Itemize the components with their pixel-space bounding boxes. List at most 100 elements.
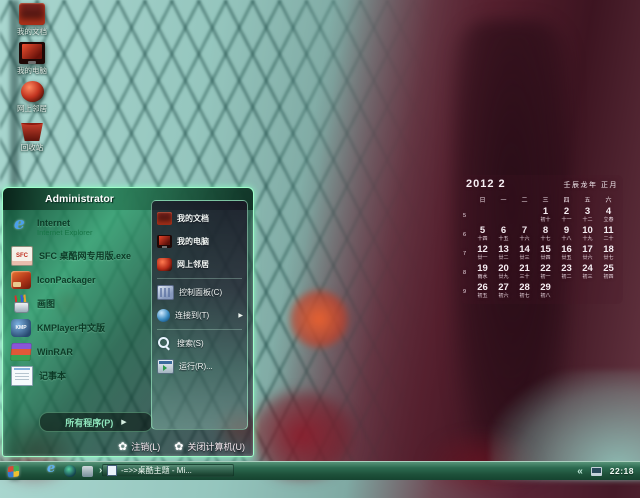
start-menu-item-sublabel: Internet Explorer [37,227,93,237]
start-menu-pinned-list: InternetInternet Explorer SFC 桌酷网专用版.exe I… [8,212,148,408]
calendar-day-number: 11 [603,225,614,236]
connect-icon [157,309,170,322]
calendar-day-cell: 28 初七 [514,282,535,301]
calendar-lunar-label: 初十 [540,217,551,223]
all-programs-button[interactable]: 所有程序(P) ▶ [39,412,153,432]
calendar-lunar-label: 初七 [519,293,530,299]
calendar-lunar-label: 初一 [540,274,551,280]
calendar-lunar-label: 十八 [561,236,572,242]
desktop-icons: 我的文档我的电脑网上邻居回收站 [2,3,62,152]
calendar-lunar-label: 廿一 [477,255,488,261]
logoff-label: 注销(L) [131,442,161,452]
calendar-day-number: 29 [540,282,551,293]
calendar-day-number: 16 [561,244,572,255]
calendar-lunar-label: 十五 [498,236,509,242]
calendar-weekday: 六 [605,198,612,204]
run-icon [157,359,174,374]
start-menu-item[interactable]: 控制面板(C) [156,281,243,304]
calendar-day-cell: 12 廿一 [472,244,493,263]
calendar-lunar-label: 廿三 [519,255,530,261]
calendar-day-number: 17 [582,244,593,255]
start-menu-item[interactable]: 网上邻居 [156,253,243,276]
calendar-lunar-label: 廿二 [498,255,509,261]
calendar-lunar-label: 立春 [603,217,614,223]
calendar-day-number: 20 [498,263,509,274]
desk-documents-icon [19,3,45,25]
calendar-lunar-label: 二十 [603,236,614,242]
start-menu-item[interactable]: KMPlayer中文版 [8,317,148,338]
calendar-lunar-label: 初三 [582,274,593,280]
calendar-lunar-label: 初五 [477,293,488,299]
search-icon [157,337,172,350]
calendar-day-cell: 21 三十 [514,263,535,282]
ie-icon [11,214,31,236]
calendar-day-number: 1 [542,206,549,217]
desktop-icon[interactable]: 网上邻居 [2,81,62,113]
calendar-body: 5 1 初十 2 十一 3 十二 4 立春 6 5 十四 6 十五 7 十六 8 十七 9 十八 10 十九 11 二十 7 12… [463,206,621,301]
start-menu-item-label: SFC 桌酷网专用版.exe [39,250,132,261]
start-menu-item-label: 我的电脑 [177,237,209,246]
calendar-day-cell: 5 十四 [472,225,493,244]
mycomputer-icon [157,235,172,248]
mynetwork-icon [157,258,172,271]
start-menu-item[interactable]: 画图 [8,293,148,314]
quick-launch-bar: › [46,461,102,477]
start-button[interactable] [8,464,38,478]
windows-flag-icon [8,464,19,478]
sfc-icon [11,245,33,266]
calendar-day-number: 25 [603,263,614,274]
logoff-dove-icon [118,440,127,453]
calendar-day-number: 22 [540,263,551,274]
tray-expand-chevron-icon[interactable]: « [577,466,583,477]
calendar-day-cell: 9 十八 [556,225,577,244]
winrar-icon [10,342,32,361]
calendar-day-cell: 8 十七 [535,225,556,244]
quicklaunch-show-desktop-icon[interactable] [82,465,93,477]
taskbar-clock[interactable]: 22:18 [610,466,634,476]
desktop-icon-label: 我的电脑 [17,66,47,75]
desktop-icon[interactable]: 我的电脑 [2,42,62,75]
calendar-week-row: 7 12 廿一 13 廿二 14 廿三 15 廿四 16 廿五 17 廿六 18 廿七 [463,244,621,263]
calendar-day-cell: 10 十九 [577,225,598,244]
shutdown-dove-icon [174,440,183,453]
calendar-day-cell: 18 廿七 [598,244,619,263]
quicklaunch-ie-icon[interactable] [46,461,58,477]
calendar-day-cell: 3 十二 [577,206,598,225]
calendar-lunar-label: 十二 [582,217,593,223]
calendar-lunar-label: 廿九 [498,274,509,280]
calendar-weekday: 五 [584,198,591,204]
start-menu-item[interactable]: WinRAR [8,341,148,362]
calendar-lunar-label: 十六 [519,236,530,242]
start-menu-item[interactable]: 我的文档 [156,207,243,230]
start-menu-item[interactable]: 记事本 [8,365,148,386]
iconpackager-icon [11,270,31,289]
tray-network-icon[interactable] [590,466,602,476]
quicklaunch-globe-icon[interactable] [64,465,76,477]
calendar-lunar-label: 初四 [603,274,614,280]
calendar-day-cell: 6 十五 [493,225,514,244]
desk-recycle-icon [21,122,43,141]
calendar-day-cell: 25 初四 [598,263,619,282]
start-menu-item[interactable]: IconPackager [8,269,148,290]
task-window-icon [107,465,117,476]
start-menu-item[interactable]: InternetInternet Explorer [8,212,148,242]
desktop-icon[interactable]: 回收站 [2,119,62,152]
all-programs-label: 所有程序(P) [65,417,114,428]
taskbar-task-button[interactable]: -=>>桌酷主题 - Mi... [102,464,234,477]
start-menu-right-panel: 我的文档我的电脑网上邻居控制面板(C) 连接到(T) ▶ 搜索(S) 运行(R)... [151,200,248,430]
start-menu-item[interactable]: 搜索(S) [156,332,243,355]
desktop-icon[interactable]: 我的文档 [2,3,62,36]
start-menu-item[interactable]: SFC 桌酷网专用版.exe [8,245,148,266]
start-menu-item-label: 网上邻居 [177,260,209,269]
user-name: Administrator [45,193,114,205]
start-menu-item[interactable]: 运行(R)... [156,355,243,378]
calendar-day-cell [598,298,619,301]
start-menu-item-label: WinRAR [37,346,73,357]
logoff-button[interactable]: 注销(L) [118,440,160,453]
calendar-lunar-label: 三十 [519,274,530,280]
desktop-icon-label: 网上邻居 [17,104,47,113]
start-menu-item[interactable]: 连接到(T) ▶ [156,304,243,327]
shutdown-button[interactable]: 关闭计算机(U) [174,440,246,453]
start-menu-item[interactable]: 我的电脑 [156,230,243,253]
calendar-day-number: 21 [519,263,530,274]
